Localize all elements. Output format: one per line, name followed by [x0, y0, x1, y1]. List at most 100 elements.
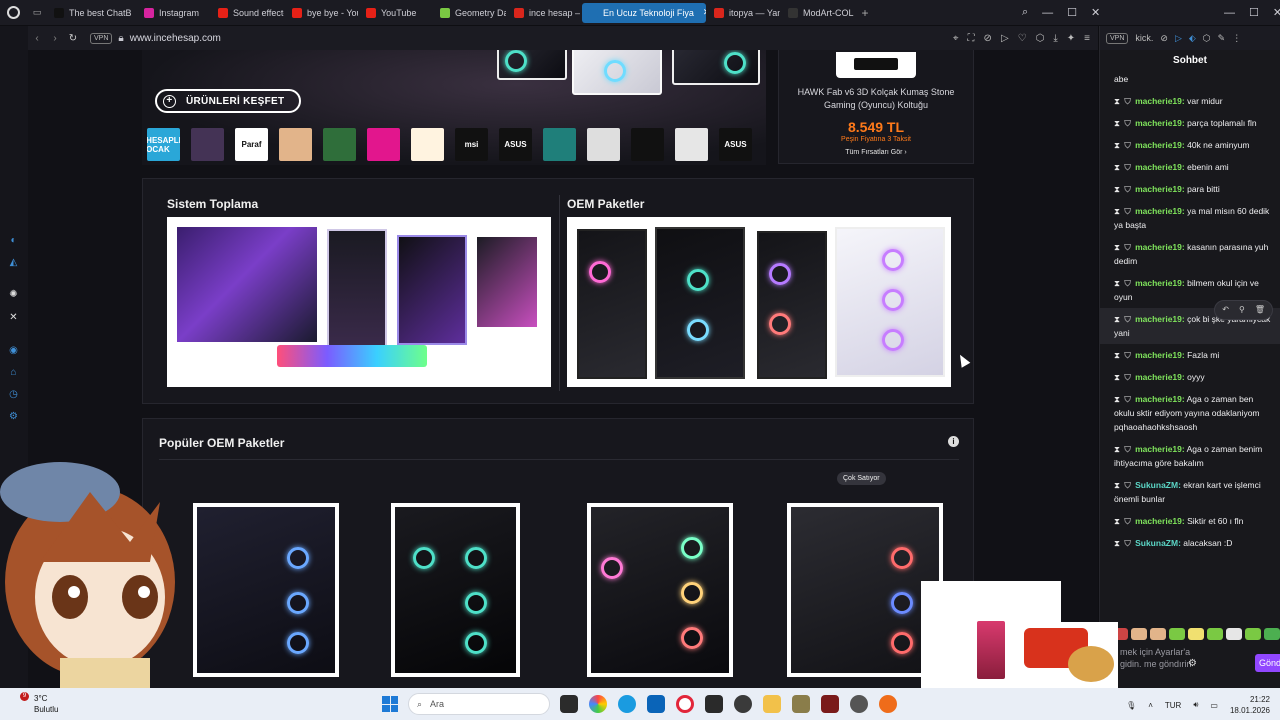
browser-tab[interactable]: The best ChatB [48, 3, 136, 23]
weather-widget[interactable]: 9 3°C Bulutlu [20, 692, 58, 715]
app-icon[interactable] [792, 695, 810, 713]
oem-packages-image[interactable] [567, 217, 951, 387]
chat-message[interactable]: ⧗ ⛉ SukunaZM: alacaksan :D [1100, 532, 1280, 554]
close-window-button[interactable]: ✕ [1091, 6, 1100, 19]
browser-tab[interactable]: ince hesap — Ya [508, 3, 580, 23]
extensions-icon[interactable]: ⬡ [1036, 33, 1045, 44]
shield-icon[interactable]: ⊘ [1160, 33, 1168, 44]
opera-menu-button[interactable] [0, 0, 26, 25]
delete-icon[interactable]: 🗑︎ [1255, 303, 1265, 317]
new-tab-button[interactable]: + [854, 6, 876, 20]
send-button[interactable]: Gönd [1255, 654, 1280, 672]
chat-username[interactable]: macherie19 [1135, 444, 1182, 454]
explore-products-button[interactable]: + ÜRÜNLERİ KEŞFET [155, 89, 301, 113]
opera-icon[interactable] [676, 695, 694, 713]
brand-logo[interactable]: ASUS [719, 128, 752, 161]
pin-icon[interactable]: ⬖ [1189, 33, 1196, 44]
sidebar-aria-icon[interactable]: ◭ [7, 256, 20, 269]
all-deals-link[interactable]: Tüm Fırsatları Gör › [779, 149, 973, 156]
language-indicator[interactable]: TUR [1165, 701, 1181, 710]
chat-vpn-badge[interactable]: VPN [1106, 32, 1129, 44]
play-icon[interactable]: ▷ [1175, 33, 1182, 44]
product-card[interactable] [193, 503, 339, 677]
valorant-icon[interactable] [821, 695, 839, 713]
chat-message[interactable]: ⧗ ⛉ macherie19: Fazla mi [1100, 344, 1280, 366]
brand-logo[interactable] [323, 128, 356, 161]
browser-tab[interactable]: ModArt-COLD / [782, 3, 854, 23]
copilot-icon[interactable] [589, 695, 607, 713]
brand-logo[interactable]: msi [455, 128, 488, 161]
brand-logo[interactable] [191, 128, 224, 161]
oem-packages-title[interactable]: OEM Paketler [567, 197, 644, 211]
deal-product-name[interactable]: HAWK Fab v6 3D Kolçak Kumaş Stone Gaming… [779, 86, 973, 112]
emote-bar[interactable] [1112, 628, 1280, 640]
heart-icon[interactable]: ♡ [1018, 33, 1027, 44]
sidebar-circle-icon[interactable]: ◉ [7, 344, 20, 357]
chat-message[interactable]: ⧗ ⛉ macherie19: oyyy [1100, 366, 1280, 388]
browser-tab[interactable]: YouTube [360, 3, 432, 23]
chat-message[interactable]: ⧗ ⛉ macherie19: Aga o zaman benim ihtiya… [1100, 438, 1280, 474]
task-view-icon[interactable] [560, 695, 578, 713]
forward-icon[interactable]: › [46, 33, 64, 44]
chat-message[interactable]: ⧗ ⛉ macherie19: çok bi şke yaramiycak ya… [1100, 300, 1280, 344]
close-tab-icon[interactable]: ✕ [703, 7, 706, 18]
brand-logo[interactable]: Paraf [235, 128, 268, 161]
chat-message[interactable]: ⧗ ⛉ SukunaZM: ekran kart ve işlemci önem… [1100, 474, 1280, 510]
brand-logo[interactable] [675, 128, 708, 161]
outlook-icon[interactable] [647, 695, 665, 713]
chat-username[interactable]: macherie19 [1135, 118, 1182, 128]
deal-card[interactable]: HAWK Fab v6 3D Kolçak Kumaş Stone Gaming… [778, 50, 974, 164]
product-card[interactable] [587, 503, 733, 677]
chat-username[interactable]: macherie19 [1135, 184, 1182, 194]
brand-logo[interactable] [411, 128, 444, 161]
system-build-image[interactable] [167, 217, 551, 387]
browser-tab[interactable]: Instagram [138, 3, 210, 23]
chat-username[interactable]: macherie19 [1135, 394, 1182, 404]
chat-message[interactable]: ⧗ ⛉ macherie19: 40k ne aminyum [1100, 134, 1280, 156]
vpn-badge[interactable]: VPN [90, 32, 113, 44]
sidebar-pin-icon[interactable]: ⌂ [7, 366, 20, 379]
file-explorer-icon[interactable] [763, 695, 781, 713]
url-field[interactable]: www.incehesap.com [130, 33, 221, 44]
chat-url[interactable]: kick. [1135, 33, 1153, 43]
capcut-icon[interactable] [705, 695, 723, 713]
tab-workspaces-icon[interactable]: ▭ [26, 7, 48, 18]
pin-message-icon[interactable]: ⚲ [1239, 303, 1245, 317]
chat-username[interactable]: macherie19 [1135, 96, 1182, 106]
brand-logo[interactable] [587, 128, 620, 161]
chat-menu-icon[interactable]: ⋮ [1232, 33, 1241, 44]
brand-logo[interactable]: HESAPLI OCAK [147, 128, 180, 161]
extensions-icon-2[interactable]: ⬡ [1203, 33, 1211, 44]
download-icon[interactable]: ⤓ [1053, 33, 1057, 44]
close-window-button-2[interactable]: ✕ [1273, 6, 1280, 19]
chat-username[interactable]: macherie19 [1135, 372, 1182, 382]
back-icon[interactable]: ‹ [28, 33, 46, 44]
start-button[interactable] [382, 696, 398, 712]
snapshot-icon[interactable]: ⛶ [968, 33, 975, 44]
browser-tab[interactable]: En Ucuz Teknoloji Fiya ✕ [582, 2, 706, 23]
chat-username[interactable]: macherie19 [1135, 162, 1182, 172]
info-icon[interactable]: i [948, 436, 959, 447]
bookmark-pin-icon[interactable]: ⌖ [953, 33, 959, 44]
settings-app-icon[interactable] [850, 695, 868, 713]
sidebar-refresh-icon[interactable]: ◐ [7, 234, 20, 247]
brand-logo[interactable] [367, 128, 400, 161]
chat-message[interactable]: ⧗ ⛉ macherie19: var midur [1100, 90, 1280, 112]
chat-message[interactable]: ⧗ ⛉ macherie19: ebenin ami [1100, 156, 1280, 178]
chat-message[interactable]: ⧗ ⛉ macherie19: kasanın parasına yuh ded… [1100, 236, 1280, 272]
chat-message[interactable]: ⧗ ⛉ macherie19: para bitti [1100, 178, 1280, 200]
minimize-button[interactable]: — [1042, 7, 1053, 19]
chat-message[interactable]: ⧗ ⛉ macherie19: Siktir et 60 ı fln [1100, 510, 1280, 532]
chat-username[interactable]: macherie19 [1135, 314, 1182, 324]
edge-icon[interactable] [618, 695, 636, 713]
chat-message[interactable]: ⧗ ⛉ macherie19: parça toplamalı fln [1100, 112, 1280, 134]
chat-ai-icon[interactable]: ✎ [1218, 33, 1226, 44]
maximize-button-2[interactable]: ☐ [1249, 6, 1259, 19]
clock[interactable]: 21:22 18.01.2026 [1230, 694, 1270, 716]
minimize-button-2[interactable]: — [1224, 7, 1235, 19]
player-icon[interactable]: ▷ [1001, 33, 1009, 44]
chat-username[interactable]: macherie19 [1135, 350, 1182, 360]
obs-icon[interactable] [734, 695, 752, 713]
product-card[interactable] [787, 503, 943, 677]
system-build-title[interactable]: Sistem Toplama [167, 197, 258, 211]
